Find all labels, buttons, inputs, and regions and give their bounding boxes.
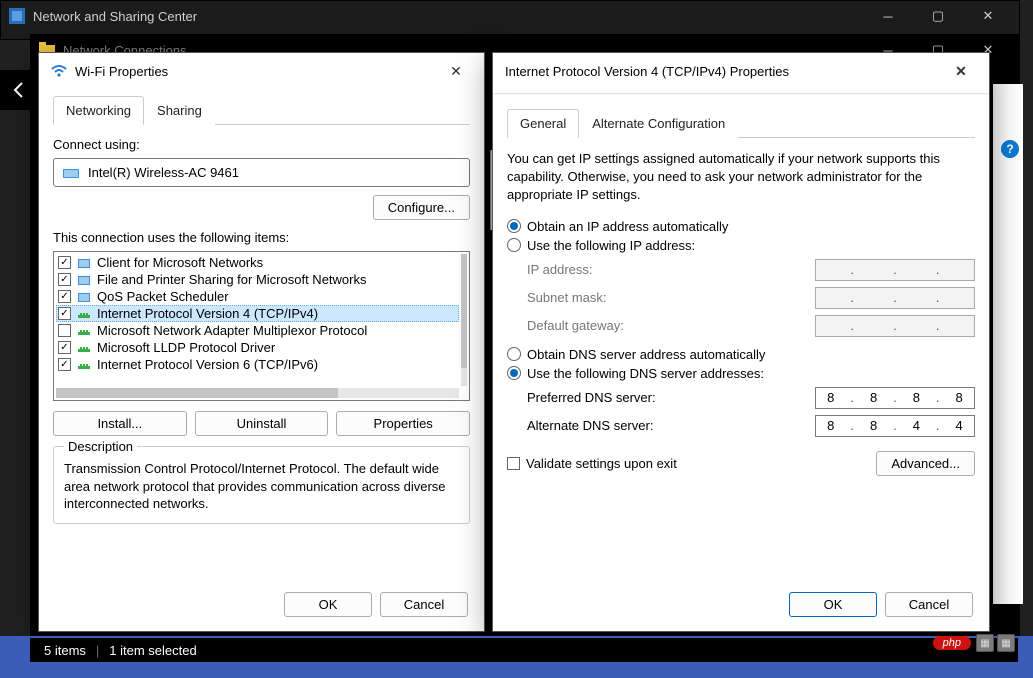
pref-dns-label: Preferred DNS server: <box>527 390 815 405</box>
component-row[interactable]: ✓ Internet Protocol Version 6 (TCP/IPv6) <box>56 356 459 373</box>
alt-dns-label: Alternate DNS server: <box>527 418 815 433</box>
ip-address-label: IP address: <box>527 262 815 277</box>
wifi-title: Wi-Fi Properties <box>75 64 168 79</box>
protocol-icon <box>77 341 91 355</box>
component-label: Internet Protocol Version 6 (TCP/IPv6) <box>97 357 318 372</box>
radio-dns-manual[interactable]: Use the following DNS server addresses: <box>507 366 975 381</box>
control-panel-icon <box>9 8 25 24</box>
watermark-icon: ▦ <box>997 634 1015 652</box>
tab-general[interactable]: General <box>507 109 579 138</box>
subnet-field: ... <box>815 287 975 309</box>
radio-dns-auto-label: Obtain DNS server address automatically <box>527 347 765 362</box>
subnet-label: Subnet mask: <box>527 290 815 305</box>
tab-sharing[interactable]: Sharing <box>144 96 215 125</box>
component-label: File and Printer Sharing for Microsoft N… <box>97 272 366 287</box>
ipv4-cancel-button[interactable]: Cancel <box>885 592 973 617</box>
component-checkbox[interactable]: ✓ <box>58 341 71 354</box>
wifi-titlebar: Wi-Fi Properties ✕ <box>39 53 484 89</box>
radio-ip-manual[interactable]: Use the following IP address: <box>507 238 975 253</box>
component-checkbox[interactable]: ✓ <box>58 290 71 303</box>
component-checkbox[interactable]: ✓ <box>58 256 71 269</box>
client-icon <box>77 273 91 287</box>
tab-alternate-config[interactable]: Alternate Configuration <box>579 109 738 138</box>
protocol-icon <box>77 358 91 372</box>
description-legend: Description <box>64 439 137 454</box>
adapter-icon <box>62 166 80 180</box>
wifi-ok-button[interactable]: OK <box>284 592 372 617</box>
client-icon <box>77 256 91 270</box>
component-label: Microsoft Network Adapter Multiplexor Pr… <box>97 323 367 338</box>
ipv4-intro: You can get IP settings assigned automat… <box>507 150 975 205</box>
component-label: Microsoft LLDP Protocol Driver <box>97 340 275 355</box>
pref-dns-field[interactable]: 8. 8. 8. 8 <box>815 387 975 409</box>
validate-label: Validate settings upon exit <box>526 456 677 471</box>
radio-ip-auto[interactable]: Obtain an IP address automatically <box>507 219 975 234</box>
radio-dns-auto[interactable]: Obtain DNS server address automatically <box>507 347 975 362</box>
wifi-properties-dialog: Wi-Fi Properties ✕ Networking Sharing Co… <box>38 52 485 632</box>
components-list[interactable]: ✓ Client for Microsoft Networks ✓ File and … <box>53 251 470 401</box>
component-checkbox[interactable]: ✓ <box>58 358 71 371</box>
configure-button[interactable]: Configure... <box>373 195 470 220</box>
component-row[interactable]: ✓ Client for Microsoft Networks <box>56 254 459 271</box>
explorer-statusbar: 5 items | 1 item selected <box>30 638 1018 662</box>
component-row[interactable]: Microsoft Network Adapter Multiplexor Pr… <box>56 322 459 339</box>
wifi-tabs: Networking Sharing <box>53 95 470 125</box>
radio-ip-manual-label: Use the following IP address: <box>527 238 695 253</box>
connect-using-label: Connect using: <box>53 137 470 152</box>
help-icon[interactable]: ? <box>1001 140 1019 158</box>
wifi-cancel-button[interactable]: Cancel <box>380 592 468 617</box>
component-label: QoS Packet Scheduler <box>97 289 229 304</box>
items-label: This connection uses the following items… <box>53 230 470 245</box>
ipv4-title: Internet Protocol Version 4 (TCP/IPv4) P… <box>505 64 789 79</box>
wifi-icon <box>51 63 67 79</box>
advanced-button[interactable]: Advanced... <box>876 451 975 476</box>
ipv4-ok-button[interactable]: OK <box>789 592 877 617</box>
alt-dns-field[interactable]: 8. 8. 4. 4 <box>815 415 975 437</box>
gateway-field: ... <box>815 315 975 337</box>
gateway-label: Default gateway: <box>527 318 815 333</box>
watermark-text: php <box>933 636 971 650</box>
status-selected: 1 item selected <box>109 643 196 658</box>
bg1-maximize[interactable]: ▢ <box>915 1 961 31</box>
wifi-close-button[interactable]: ✕ <box>440 55 472 87</box>
ipv4-properties-dialog: Internet Protocol Version 4 (TCP/IPv4) P… <box>492 52 990 632</box>
protocol-icon <box>77 324 91 338</box>
description-box: Description Transmission Control Protoco… <box>53 446 470 524</box>
component-row[interactable]: ✓ Internet Protocol Version 4 (TCP/IPv4) <box>56 305 459 322</box>
ipv4-close-button[interactable]: ✕ <box>945 55 977 87</box>
radio-ip-auto-label: Obtain an IP address automatically <box>527 219 728 234</box>
ipv4-tabs: General Alternate Configuration <box>507 108 975 138</box>
watermark: php ▦ ▦ <box>933 634 1015 652</box>
component-checkbox[interactable] <box>58 324 71 337</box>
component-checkbox[interactable]: ✓ <box>58 307 71 320</box>
adapter-name: Intel(R) Wireless-AC 9461 <box>88 165 239 180</box>
bg1-close[interactable]: ✕ <box>965 1 1011 31</box>
component-row[interactable]: ✓ Microsoft LLDP Protocol Driver <box>56 339 459 356</box>
validate-checkbox[interactable] <box>507 457 520 470</box>
uninstall-button[interactable]: Uninstall <box>195 411 329 436</box>
bg1-minimize[interactable]: ─ <box>865 1 911 31</box>
component-row[interactable]: ✓ QoS Packet Scheduler <box>56 288 459 305</box>
radio-dns-manual-label: Use the following DNS server addresses: <box>527 366 764 381</box>
client-icon <box>77 290 91 304</box>
properties-button[interactable]: Properties <box>336 411 470 436</box>
component-row[interactable]: ✓ File and Printer Sharing for Microsoft … <box>56 271 459 288</box>
adapter-field: Intel(R) Wireless-AC 9461 <box>53 158 470 187</box>
component-label: Internet Protocol Version 4 (TCP/IPv4) <box>97 306 318 321</box>
description-text: Transmission Control Protocol/Internet P… <box>64 460 459 513</box>
component-checkbox[interactable]: ✓ <box>58 273 71 286</box>
components-hscroll[interactable] <box>56 388 459 398</box>
component-label: Client for Microsoft Networks <box>97 255 263 270</box>
protocol-icon <box>77 307 91 321</box>
components-vscroll[interactable] <box>461 254 467 386</box>
nav-back-button[interactable] <box>0 70 40 110</box>
ipv4-titlebar: Internet Protocol Version 4 (TCP/IPv4) P… <box>493 53 989 89</box>
status-items: 5 items <box>44 643 86 658</box>
install-button[interactable]: Install... <box>53 411 187 436</box>
ip-address-field: ... <box>815 259 975 281</box>
bg1-title: Network and Sharing Center <box>33 9 197 24</box>
watermark-icon: ▦ <box>976 634 994 652</box>
tab-networking[interactable]: Networking <box>53 96 144 125</box>
